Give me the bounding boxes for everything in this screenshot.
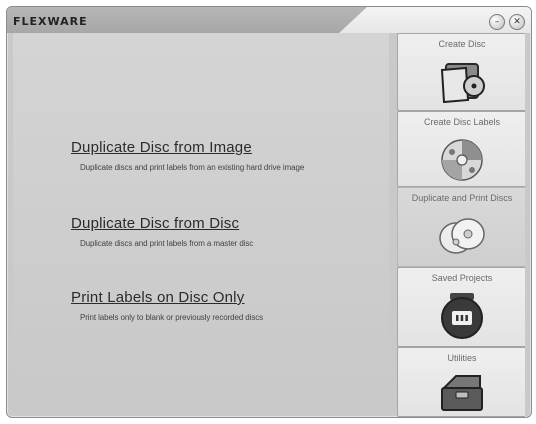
option-link[interactable]: Duplicate Disc from Disc: [71, 215, 253, 232]
sidebar-item-create-disc[interactable]: Create Disc: [397, 33, 525, 111]
disc-folder-icon: [440, 63, 485, 104]
option-link[interactable]: Duplicate Disc from Image: [71, 139, 304, 156]
app-title: FLEXWARE: [13, 15, 88, 28]
option-duplicate-from-image: Duplicate Disc from Image Duplicate disc…: [71, 139, 304, 172]
sidebar-item-create-disc-labels[interactable]: Create Disc Labels: [397, 111, 525, 187]
sidebar-item-utilities[interactable]: Utilities: [397, 347, 525, 417]
sidebar-item-label: Saved Projects: [431, 273, 493, 283]
disc-label-icon: [441, 139, 483, 181]
sidebar-item-duplicate-and-print[interactable]: Duplicate and Print Discs: [397, 187, 525, 267]
main-panel: Duplicate Disc from Image Duplicate disc…: [13, 33, 389, 411]
option-description: Print labels only to blank or previously…: [80, 313, 264, 322]
option-duplicate-from-disc: Duplicate Disc from Disc Duplicate discs…: [71, 215, 253, 248]
sidebar-item-label: Create Disc: [438, 39, 486, 49]
option-description: Duplicate discs and print labels from a …: [80, 239, 254, 248]
minimize-button[interactable]: –: [489, 14, 505, 30]
sidebar-item-label: Utilities: [447, 353, 477, 363]
title-bar: FLEXWARE – ✕: [7, 7, 531, 33]
toolbox-icon: [441, 375, 483, 411]
close-button[interactable]: ✕: [509, 14, 525, 30]
sidebar-item-label: Create Disc Labels: [423, 117, 501, 127]
disc-case-icon: [441, 293, 483, 339]
sidebar-nav: Create Disc Create Disc Labels Duplicate…: [397, 33, 531, 417]
minimize-icon: –: [494, 16, 500, 27]
app-window: FLEXWARE – ✕ Duplicate Disc from Image D…: [6, 6, 532, 418]
sidebar-item-saved-projects[interactable]: Saved Projects: [397, 267, 525, 347]
option-description: Duplicate discs and print labels from an…: [80, 163, 305, 172]
option-link[interactable]: Print Labels on Disc Only: [71, 289, 263, 306]
option-print-labels-only: Print Labels on Disc Only Print labels o…: [71, 289, 263, 322]
sidebar-item-label: Duplicate and Print Discs: [411, 193, 513, 203]
close-icon: ✕: [513, 16, 521, 27]
disc-stack-icon: [439, 218, 485, 254]
